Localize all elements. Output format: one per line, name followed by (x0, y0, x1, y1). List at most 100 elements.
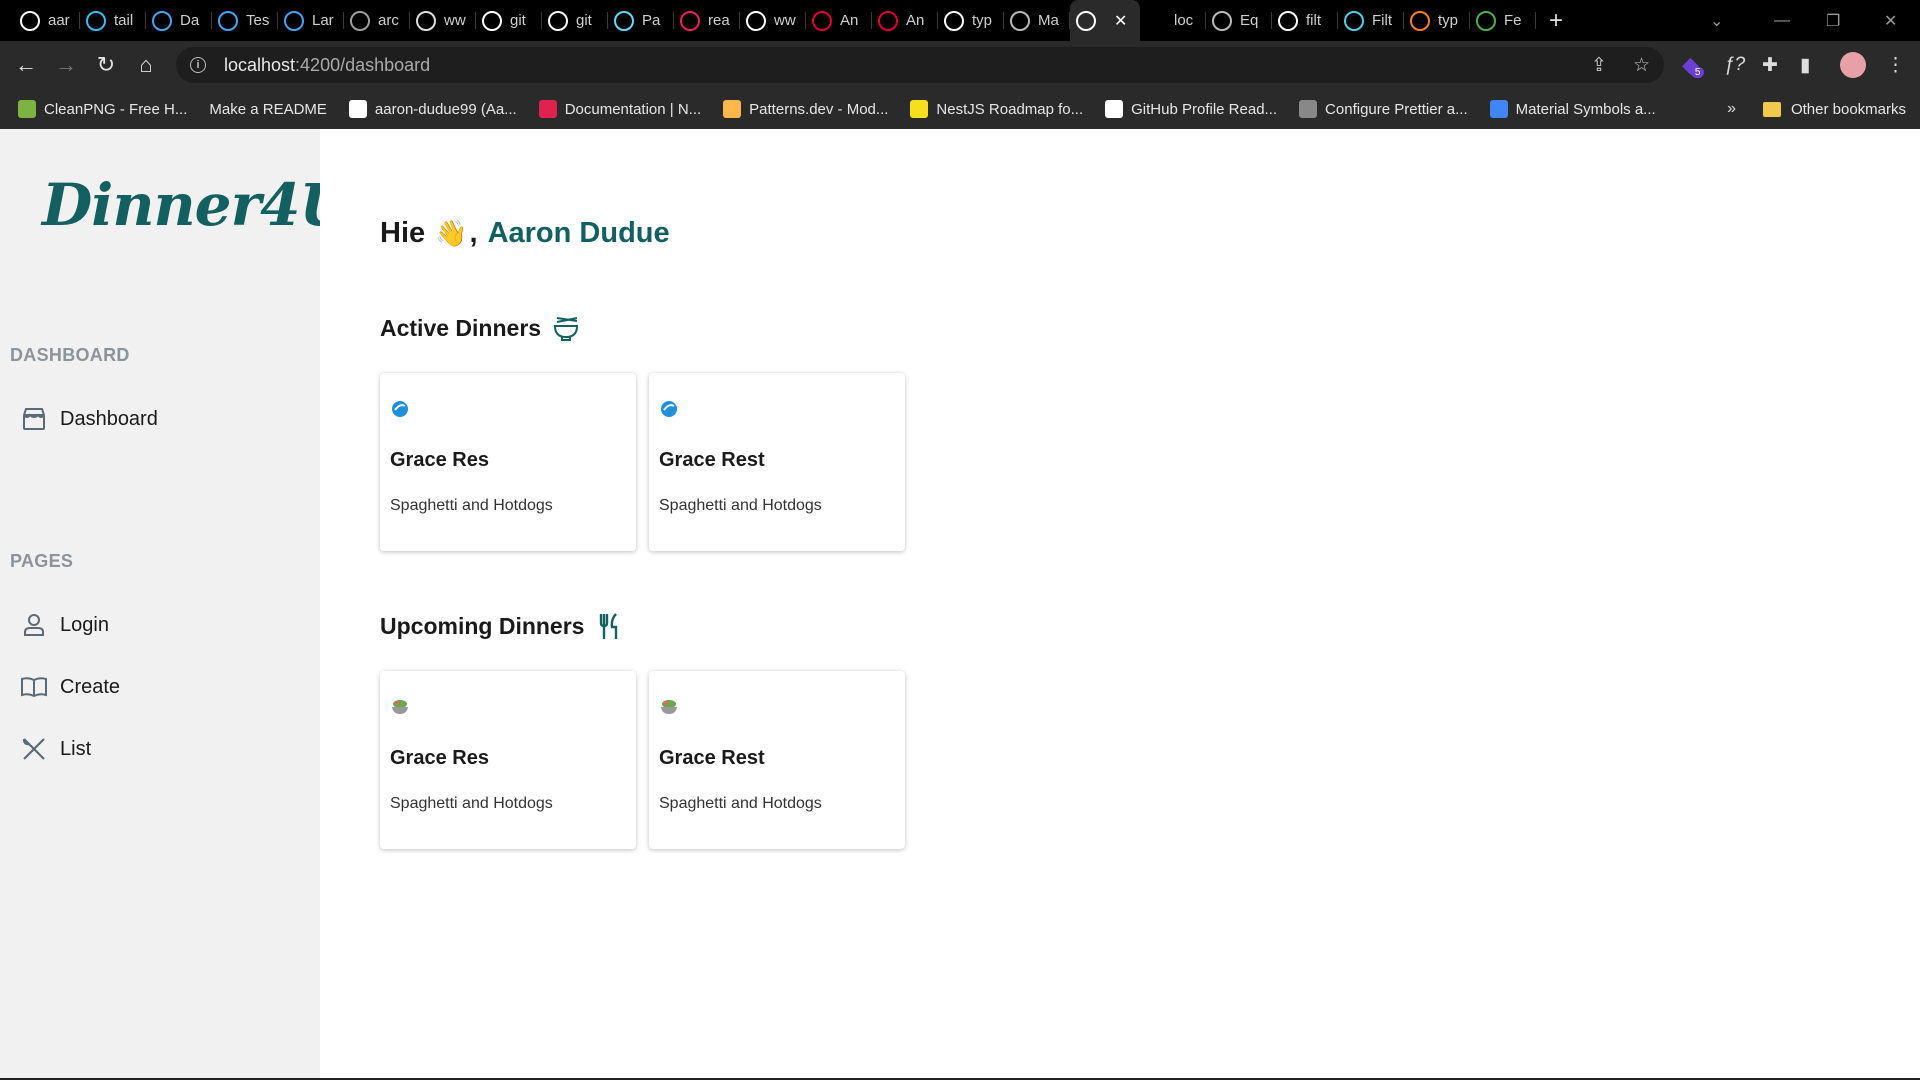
browser-tab[interactable]: Da (146, 0, 212, 41)
browser-tab[interactable]: Fe (1470, 0, 1536, 41)
address-bar[interactable]: i localhost:4200/dashboard ⇪ ☆ (176, 47, 1664, 83)
browser-tab[interactable]: ww (410, 0, 476, 41)
tab-close-icon[interactable]: ✕ (1114, 11, 1127, 31)
tab-title: ww (444, 12, 466, 29)
tab-title: Fe (1504, 12, 1522, 29)
browser-tab[interactable]: tail (80, 0, 146, 41)
tab-title: Da (180, 12, 200, 29)
browser-tab[interactable]: Filt (1338, 0, 1404, 41)
bookmark-item[interactable]: aaron-dudue99 (Aa... (348, 100, 517, 118)
tab-title: Lar (312, 12, 334, 29)
url-path: :4200/dashboard (295, 54, 431, 75)
tab-title: filt (1306, 12, 1321, 29)
maximize-button[interactable]: ❐ (1826, 0, 1840, 41)
browser-tab[interactable]: aar (14, 0, 80, 41)
bookmark-item[interactable]: Patterns.dev - Mod... (723, 100, 888, 118)
sidebar: Dinner4U DASHBOARD Dashboard PAGES Login… (0, 129, 350, 1079)
tab-title: Filt (1372, 12, 1392, 29)
dinner-card-description: Spaghetti and Hotdogs (390, 795, 553, 812)
profile-avatar[interactable] (1840, 41, 1866, 89)
back-button[interactable]: ← (6, 45, 46, 85)
new-tab-button[interactable]: + (1536, 7, 1576, 35)
bookmarks-overflow-button[interactable]: » (1727, 89, 1736, 129)
side-panel-icon[interactable]: ▮ (1800, 41, 1810, 89)
nestjs-icon (538, 100, 557, 118)
browser-tab[interactable]: git (542, 0, 608, 41)
bookmark-item[interactable]: Documentation | N... (538, 100, 702, 118)
stackoverflow-icon (1410, 10, 1430, 31)
browser-tab[interactable]: git (476, 0, 542, 41)
bookmark-label: CleanPNG - Free H... (44, 100, 188, 118)
bookmark-star-icon[interactable]: ☆ (1633, 54, 1650, 77)
home-button[interactable]: ⌂ (126, 45, 166, 85)
user-name: Aaron Dudue (487, 217, 670, 249)
reload-button[interactable]: ↻ (86, 45, 126, 85)
window-close-button[interactable]: ✕ (1884, 0, 1897, 41)
extensions-icon[interactable]: ✚ (1762, 41, 1778, 89)
dinner-card[interactable]: Grace Res Spaghetti and Hotdogs (380, 373, 636, 551)
browser-toolbar: ← → ↻ ⌂ i localhost:4200/dashboard ⇪ ☆ ◆… (0, 41, 1920, 89)
bookmark-label: Documentation | N... (564, 100, 702, 118)
active-dinners-heading: Active Dinners (380, 313, 581, 343)
bookmark-label: Configure Prettier a... (1325, 100, 1468, 118)
browser-tab[interactable]: ✕ (1070, 0, 1140, 41)
dinner-card[interactable]: Grace Rest Spaghetti and Hotdogs (649, 671, 905, 849)
browser-tab[interactable]: rea (674, 0, 740, 41)
browser-tab[interactable]: filt (1272, 0, 1338, 41)
bookmarks-bar: CleanPNG - Free H... Make a README aaron-d… (0, 89, 1920, 129)
bookmark-item[interactable]: NestJS Roadmap fo... (910, 100, 1083, 118)
google-icon (1278, 10, 1298, 31)
blank-favicon-icon (1146, 11, 1166, 31)
pages-section-label: PAGES (10, 551, 74, 571)
tab-title: rea (708, 12, 730, 29)
browser-tab[interactable]: An (872, 0, 938, 41)
browser-tab[interactable]: Eq (1206, 0, 1272, 41)
minimize-button[interactable]: — (1774, 0, 1790, 41)
salad-icon (659, 697, 679, 717)
browser-tab[interactable]: ww (740, 0, 806, 41)
fork-knife-icon (600, 613, 618, 639)
tab-title: ww (774, 12, 796, 29)
sidebar-item-label: Login (60, 613, 109, 636)
formula-extension-icon[interactable]: ƒ? (1724, 41, 1745, 89)
site-info-icon[interactable]: i (190, 57, 206, 73)
bookmark-item[interactable]: Configure Prettier a... (1299, 100, 1468, 118)
sidebar-item-login[interactable]: Login (20, 611, 109, 639)
bookmark-item[interactable]: GitHub Profile Read... (1105, 100, 1277, 118)
dashboard-section-label: DASHBOARD (10, 345, 130, 365)
browser-tab[interactable]: loc (1140, 0, 1206, 41)
upcoming-dinners-title: Upcoming Dinners (380, 612, 585, 639)
greeting-heading: Hie 👋, Aaron Dudue (380, 217, 670, 250)
share-icon[interactable]: ⇪ (1591, 54, 1607, 77)
browser-tab[interactable]: arc (344, 0, 410, 41)
browser-tab[interactable]: Pa (608, 0, 674, 41)
dinner-card[interactable]: Grace Rest Spaghetti and Hotdogs (649, 373, 905, 551)
app-logo[interactable]: Dinner4U (42, 171, 350, 239)
dinner-card-title: Grace Rest (659, 449, 765, 471)
browser-tab[interactable]: typ (938, 0, 1004, 41)
browser-tab[interactable]: An (806, 0, 872, 41)
react-icon (680, 10, 700, 31)
other-bookmarks-folder[interactable]: Other bookmarks (1762, 89, 1906, 129)
tab-title: An (906, 12, 925, 29)
browser-tab[interactable]: Lar (278, 0, 344, 41)
sidebar-item-dashboard[interactable]: Dashboard (20, 405, 158, 433)
sidebar-item-create[interactable]: Create (20, 673, 120, 701)
browser-tab[interactable]: typ (1404, 0, 1470, 41)
dinner-card[interactable]: Grace Res Spaghetti and Hotdogs (380, 671, 636, 849)
bookmark-item[interactable]: Make a README (209, 101, 327, 118)
material-icon (1489, 100, 1508, 118)
extension-puzzle-badge-icon[interactable]: ◆ 5 (1682, 41, 1705, 89)
url-text[interactable]: localhost:4200/dashboard (224, 55, 430, 76)
bookmark-item[interactable]: Material Symbols a... (1489, 100, 1656, 118)
forward-button[interactable]: → (46, 45, 86, 85)
tab-title: tail (114, 12, 134, 29)
sidebar-item-list[interactable]: List (20, 735, 91, 763)
tab-search-icon[interactable]: ⌄ (1710, 0, 1723, 41)
bookmark-item[interactable]: CleanPNG - Free H... (18, 100, 187, 118)
dinner-card-description: Spaghetti and Hotdogs (659, 795, 822, 812)
browser-tab[interactable]: Ma (1004, 0, 1070, 41)
browser-menu-icon[interactable]: ⋮ (1886, 41, 1905, 89)
tab-title: typ (972, 12, 993, 29)
browser-tab[interactable]: Tes (212, 0, 278, 41)
